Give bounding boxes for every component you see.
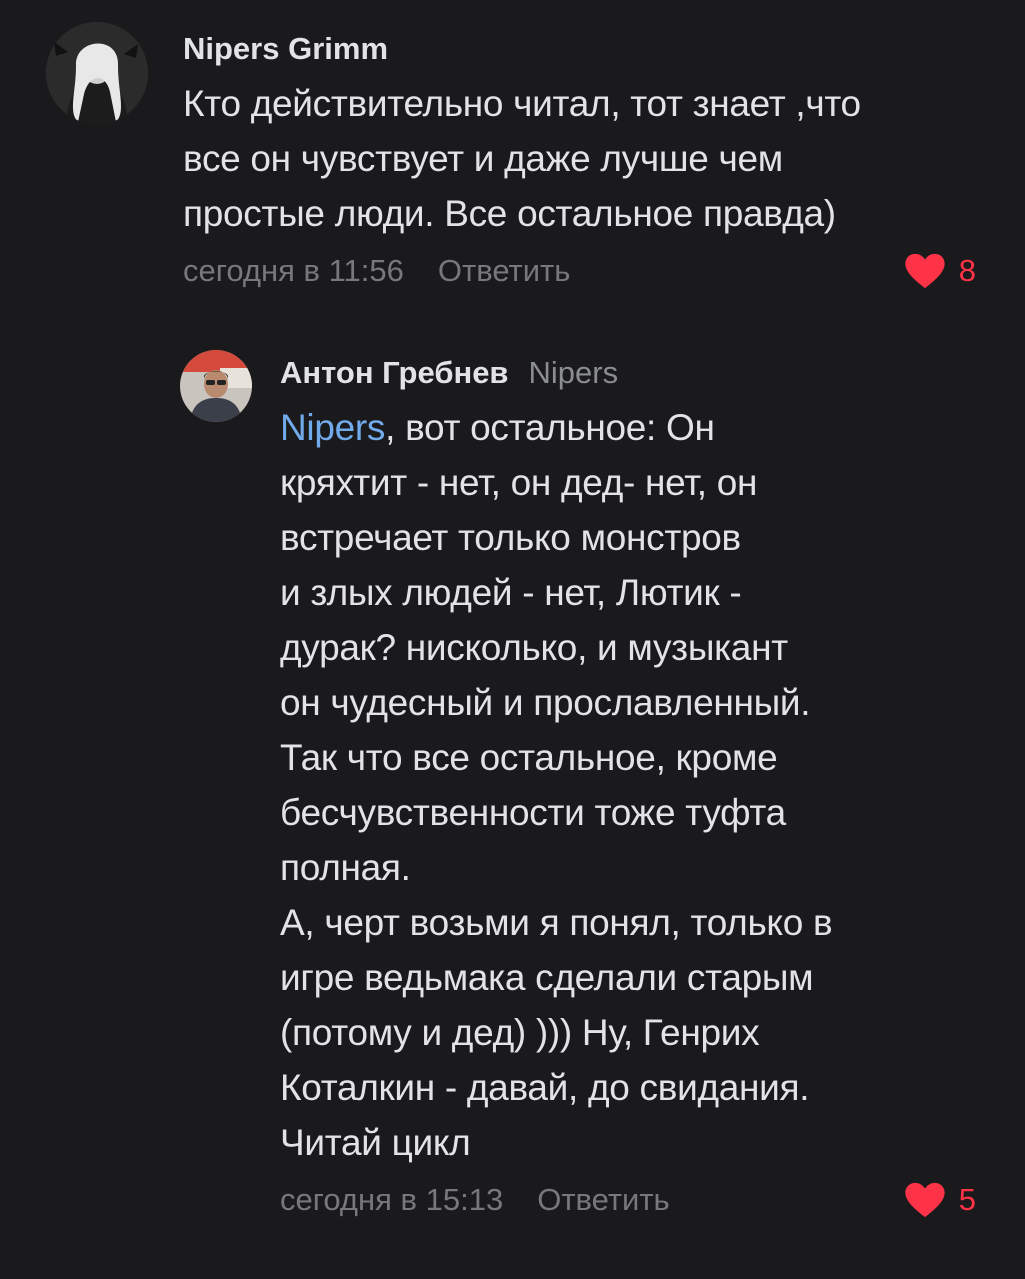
like-button[interactable]: 5	[905, 1172, 976, 1228]
like-count: 8	[958, 253, 976, 288]
comment-text: Кто действительно читал, тот знает ,что …	[183, 83, 861, 234]
author-line: Nipers Grimm	[183, 22, 986, 76]
comment-time: сегодня в 15:13	[280, 1182, 504, 1217]
comment-meta: сегодня в 11:56 Ответить 8	[183, 243, 986, 299]
author-name[interactable]: Антон Гребнев	[280, 346, 509, 400]
heart-icon	[905, 253, 945, 289]
comment-body: Антон Гребнев Nipers Nipers, вот остальн…	[280, 346, 986, 1228]
user-photo-icon	[46, 22, 148, 124]
like-count: 5	[958, 1182, 976, 1217]
comment-time: сегодня в 11:56	[183, 253, 404, 288]
reply-button[interactable]: Ответить	[438, 253, 571, 289]
reply-to-name[interactable]: Nipers	[529, 346, 619, 400]
mention-link[interactable]: Nipers	[280, 407, 385, 448]
author-name[interactable]: Nipers Grimm	[183, 22, 388, 76]
avatar[interactable]	[180, 350, 252, 422]
avatar[interactable]	[46, 22, 148, 124]
user-photo-icon	[180, 350, 252, 422]
heart-icon	[905, 1182, 945, 1218]
comment-body: Nipers Grimm Кто действительно читал, то…	[183, 22, 986, 299]
reply-button[interactable]: Ответить	[537, 1182, 670, 1218]
author-line: Антон Гребнев Nipers	[280, 346, 986, 400]
comment-meta: сегодня в 15:13 Ответить 5	[280, 1172, 986, 1228]
comment-text-content: , вот остальное: Он кряхтит - нет, он де…	[280, 407, 833, 1163]
like-button[interactable]: 8	[905, 243, 976, 299]
comment-text: Nipers, вот остальное: Он кряхтит - нет,…	[280, 400, 986, 1170]
